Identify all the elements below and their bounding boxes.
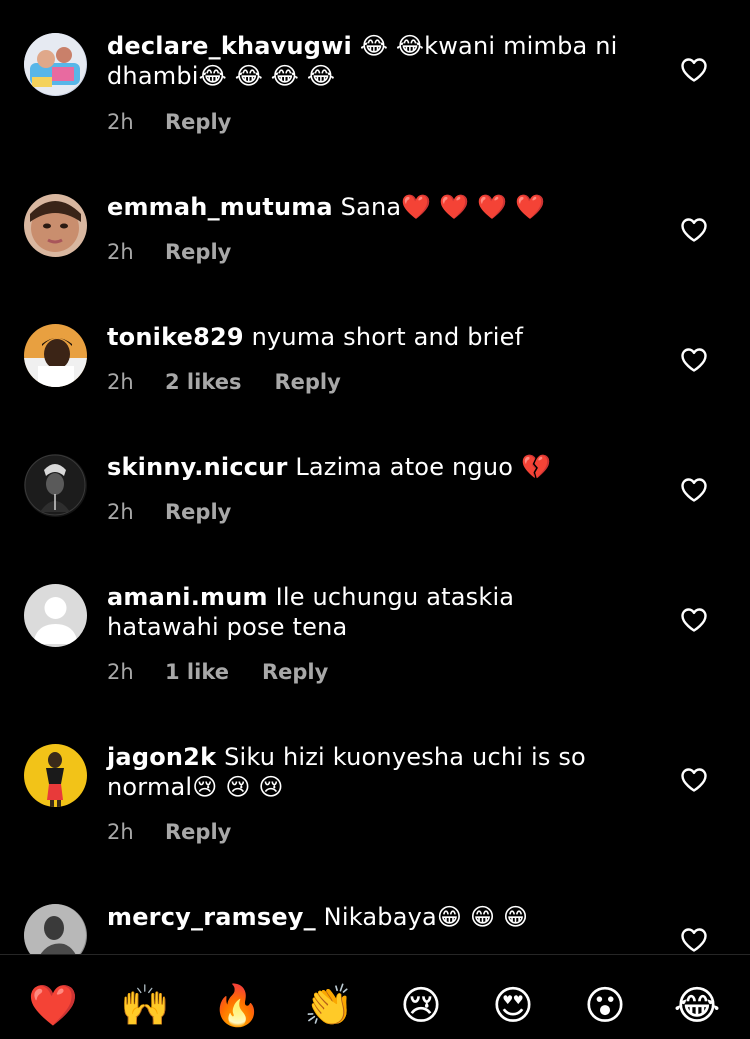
comment-text: Nikabaya😁 😁 😁 xyxy=(315,903,529,931)
comment-username[interactable]: jagon2k xyxy=(107,743,216,771)
like-comment-button[interactable] xyxy=(680,607,708,633)
comment-body: emmah_mutuma Sana❤️ ❤️ ❤️ ❤️ xyxy=(107,192,627,222)
user-avatar[interactable] xyxy=(24,33,87,96)
comment-body: amani.mum Ile uchungu ataskia hatawahi p… xyxy=(107,582,627,642)
comment-time: 2h xyxy=(107,370,134,394)
like-comment-button[interactable] xyxy=(680,217,708,243)
avatar-image xyxy=(24,744,87,807)
comment-body: declare_khavugwi 😂 😂kwani mimba ni dhamb… xyxy=(107,31,627,91)
comment-body: jagon2k Siku hizi kuonyesha uchi is so n… xyxy=(107,742,627,802)
comment-time: 2h xyxy=(107,660,134,684)
likes-count[interactable]: 1 like xyxy=(165,659,229,685)
comment-text: Lazima atoe nguo 💔 xyxy=(287,453,552,481)
reaction-crying-emoji[interactable]: 😢 xyxy=(396,981,446,1031)
likes-count[interactable]: 2 likes xyxy=(165,369,241,395)
avatar-image xyxy=(24,454,87,517)
like-comment-button[interactable] xyxy=(680,767,708,793)
heart-outline-icon xyxy=(681,348,707,372)
reaction-heart-eyes-emoji[interactable]: 😍 xyxy=(488,981,538,1031)
comment-time: 2h xyxy=(107,240,134,264)
avatar-image xyxy=(24,194,87,257)
comment-time: 2h xyxy=(107,820,134,844)
reply-button[interactable]: Reply xyxy=(165,109,231,135)
comment-meta: 2h 1 like Reply xyxy=(107,659,328,685)
avatar-image xyxy=(24,33,87,96)
reply-button[interactable]: Reply xyxy=(165,499,231,525)
reaction-fire-emoji[interactable]: 🔥 xyxy=(212,981,262,1031)
user-avatar[interactable] xyxy=(24,584,87,647)
heart-outline-icon xyxy=(681,768,707,792)
like-comment-button[interactable] xyxy=(680,347,708,373)
reaction-heart-emoji[interactable]: ❤️ xyxy=(28,981,78,1031)
comment-username[interactable]: tonike829 xyxy=(107,323,244,351)
comment-body: tonike829 nyuma short and brief xyxy=(107,322,627,352)
like-comment-button[interactable] xyxy=(680,477,708,503)
user-avatar[interactable] xyxy=(24,454,87,517)
reaction-laughing-emoji[interactable]: 😂 xyxy=(672,981,722,1031)
default-avatar-icon xyxy=(24,584,87,647)
heart-outline-icon xyxy=(681,58,707,82)
reaction-raised-hands-emoji[interactable]: 🙌 xyxy=(120,981,170,1031)
reply-button[interactable]: Reply xyxy=(165,239,231,265)
reply-button[interactable]: Reply xyxy=(165,819,231,845)
reply-button[interactable]: Reply xyxy=(262,659,328,685)
like-comment-button[interactable] xyxy=(680,57,708,83)
comments-screen: declare_khavugwi 😂 😂kwani mimba ni dhamb… xyxy=(0,0,750,1039)
comment-meta: 2h Reply xyxy=(107,239,231,265)
avatar-image xyxy=(24,324,87,387)
comment-username[interactable]: emmah_mutuma xyxy=(107,193,333,221)
comment-meta: 2h Reply xyxy=(107,109,231,135)
reaction-clapping-emoji[interactable]: 👏 xyxy=(304,981,354,1031)
comment-time: 2h xyxy=(107,500,134,524)
comment-username[interactable]: mercy_ramsey_ xyxy=(107,903,316,931)
emoji-reaction-bar: ❤️ 🙌 🔥 👏 😢 😍 😮 😂 xyxy=(0,954,750,1039)
comment-text: nyuma short and brief xyxy=(243,323,524,351)
comment-username[interactable]: amani.mum xyxy=(107,583,268,611)
user-avatar[interactable] xyxy=(24,324,87,387)
reaction-surprised-emoji[interactable]: 😮 xyxy=(580,981,630,1031)
heart-outline-icon xyxy=(681,928,707,952)
comment-username[interactable]: declare_khavugwi xyxy=(107,32,352,60)
heart-outline-icon xyxy=(681,218,707,242)
comment-time: 2h xyxy=(107,110,134,134)
reply-button[interactable]: Reply xyxy=(274,369,340,395)
comment-meta: 2h Reply xyxy=(107,499,231,525)
comment-username[interactable]: skinny.niccur xyxy=(107,453,288,481)
heart-outline-icon xyxy=(681,478,707,502)
user-avatar[interactable] xyxy=(24,744,87,807)
comment-meta: 2h 2 likes Reply xyxy=(107,369,341,395)
comment-body: mercy_ramsey_ Nikabaya😁 😁 😁 xyxy=(107,902,627,932)
comment-meta: 2h Reply xyxy=(107,819,231,845)
comment-body: skinny.niccur Lazima atoe nguo 💔 xyxy=(107,452,627,482)
heart-outline-icon xyxy=(681,608,707,632)
comment-text: Sana❤️ ❤️ ❤️ ❤️ xyxy=(332,193,546,221)
like-comment-button[interactable] xyxy=(680,927,708,953)
user-avatar[interactable] xyxy=(24,194,87,257)
